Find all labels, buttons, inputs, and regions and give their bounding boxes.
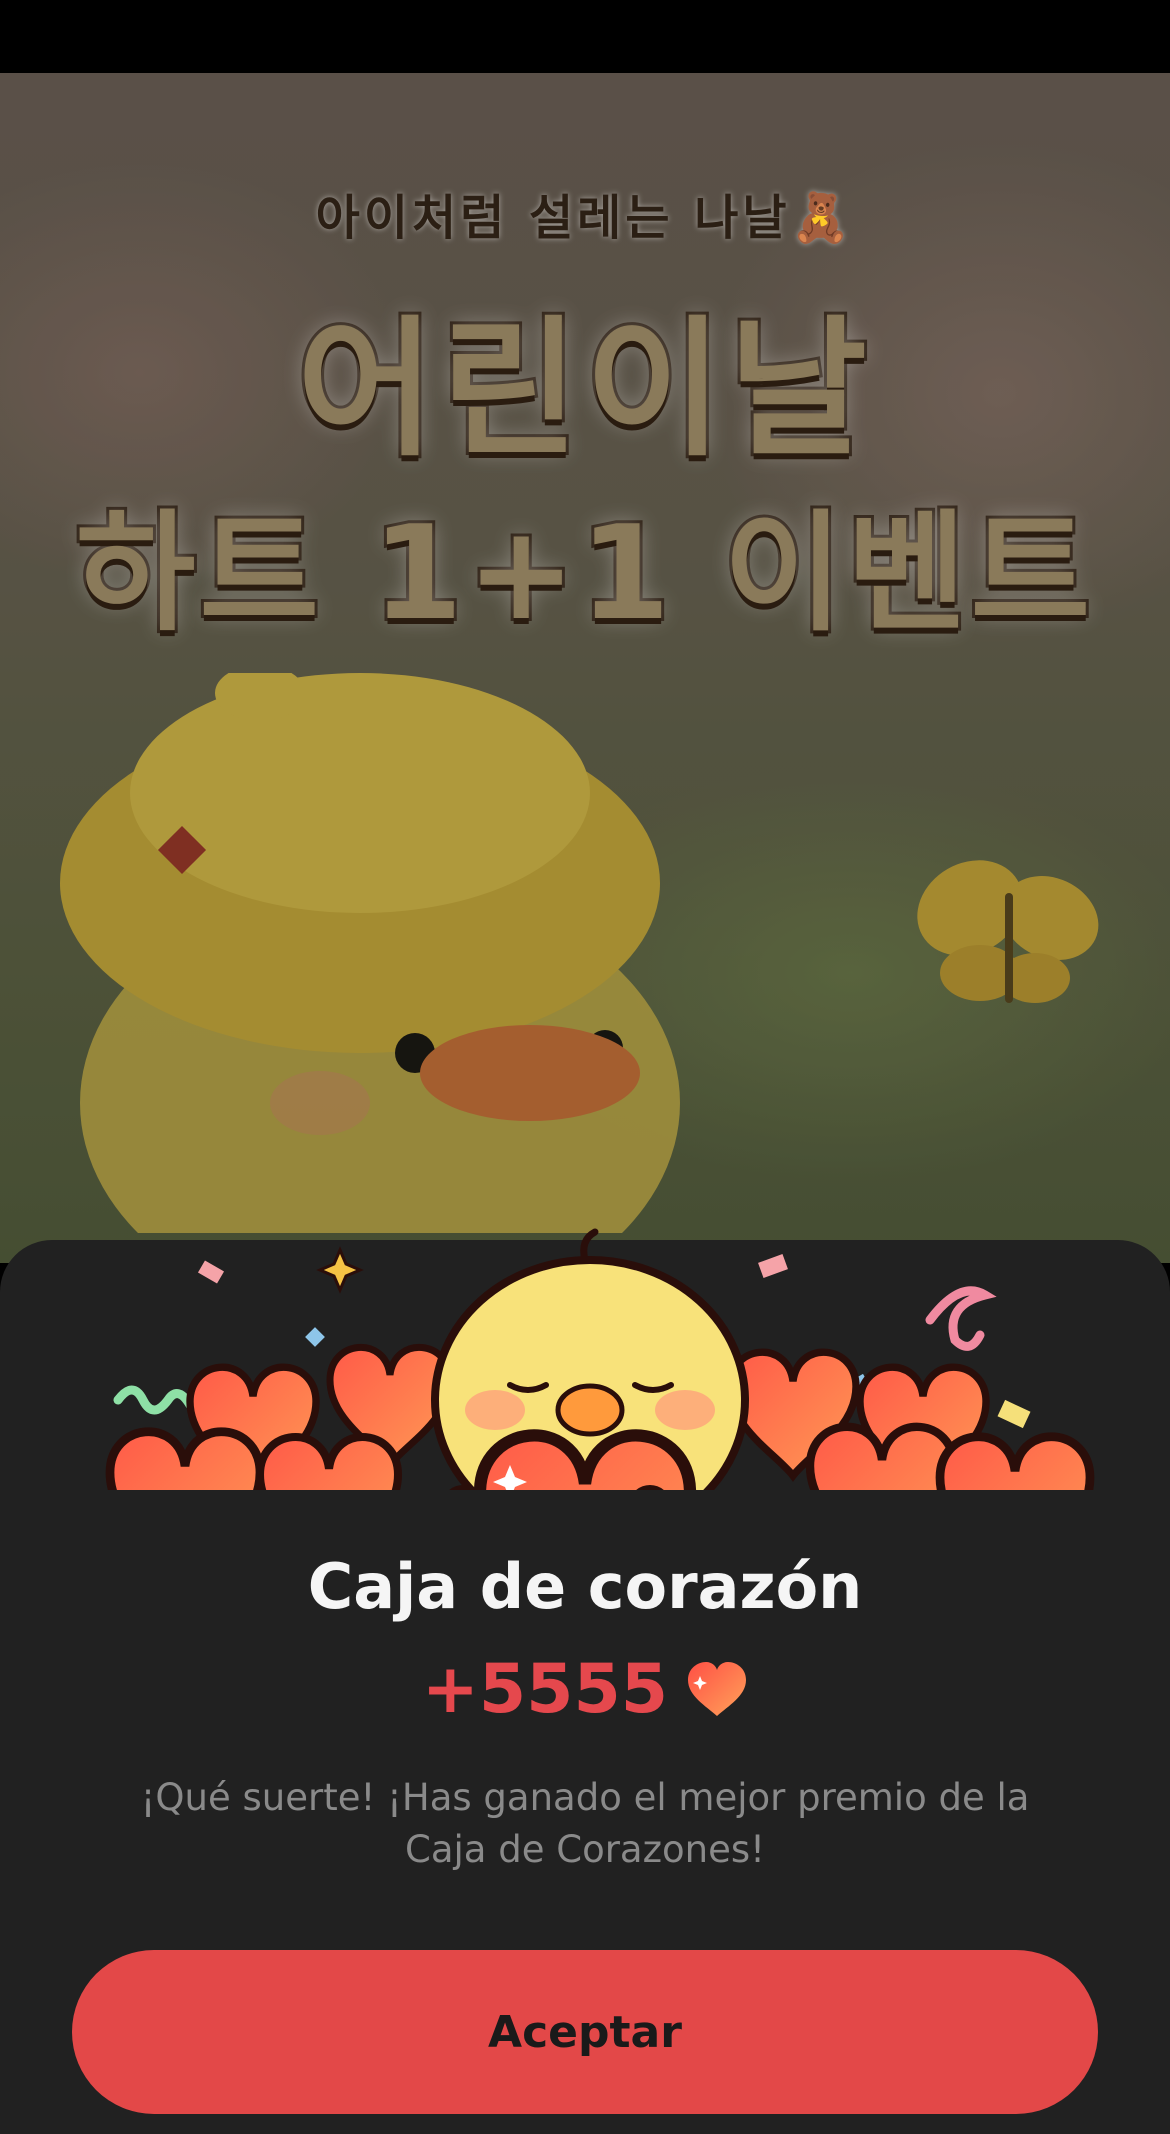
heart-box-illustration [40,1228,1140,1490]
reward-amount-row: +5555 [0,1650,1170,1729]
accept-button[interactable]: Aceptar [72,1950,1098,2114]
reward-amount: +5555 [421,1650,669,1729]
heart-icon [688,1661,747,1716]
status-bar [0,0,1170,73]
banner-title-line1: 어린이날 [294,300,873,480]
reward-title: Caja de corazón [307,1550,863,1623]
reward-message: ¡Qué suerte! ¡Has ganado el mejor premio… [140,1776,1030,1871]
banner-subtitle: 아이처럼 설레는 나날🧸 [315,190,855,246]
banner-title-line2: 하트 1+1 이벤트 [73,494,1095,652]
